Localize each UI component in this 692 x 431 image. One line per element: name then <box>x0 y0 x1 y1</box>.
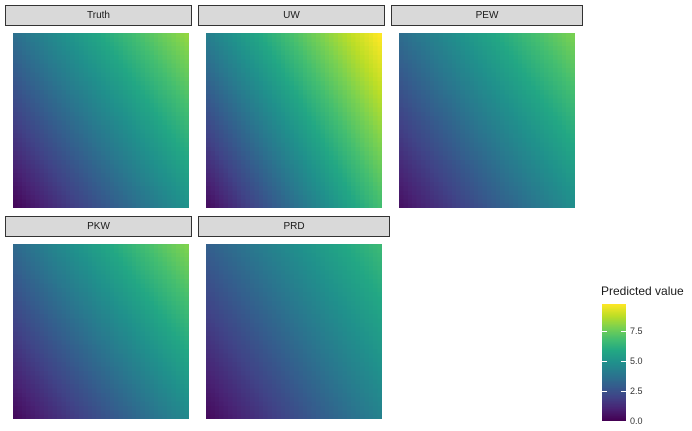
legend-tick-mark <box>602 391 607 393</box>
legend-tick-mark <box>621 391 626 393</box>
heatmap-panel-pew <box>399 33 575 208</box>
facet-strip-truth: Truth <box>5 5 192 26</box>
heatmap-panel-pkw <box>13 244 189 419</box>
heatmap-cells <box>399 33 575 208</box>
legend-tick-label: 5.0 <box>630 356 643 367</box>
heatmap-panel-uw <box>206 33 382 208</box>
facet-strip-pew: PEW <box>391 5 583 26</box>
heatmap-cells <box>13 33 189 208</box>
legend-tick-mark <box>621 331 626 333</box>
legend-title: Predicted value <box>601 284 684 298</box>
legend-tick-mark <box>602 421 607 422</box>
heatmap-cells <box>13 244 189 419</box>
legend-tick-mark <box>621 421 626 422</box>
heatmap-panel-truth <box>13 33 189 208</box>
facet-strip-prd: PRD <box>198 216 390 237</box>
legend-colorbar <box>602 304 626 421</box>
legend-tick-mark <box>602 361 607 363</box>
legend-tick-label: 7.5 <box>630 326 643 337</box>
facet-strip-uw: UW <box>198 5 385 26</box>
legend-tick-label: 0.0 <box>630 416 643 426</box>
legend-tick-label: 2.5 <box>630 386 643 397</box>
heatmap-cells <box>206 33 382 208</box>
heatmap-panel-prd <box>206 244 382 419</box>
legend-tick-mark <box>602 331 607 333</box>
facet-strip-pkw: PKW <box>5 216 192 237</box>
colorbar-gradient <box>602 304 626 421</box>
legend-tick-mark <box>621 361 626 363</box>
heatmap-cells <box>206 244 382 419</box>
